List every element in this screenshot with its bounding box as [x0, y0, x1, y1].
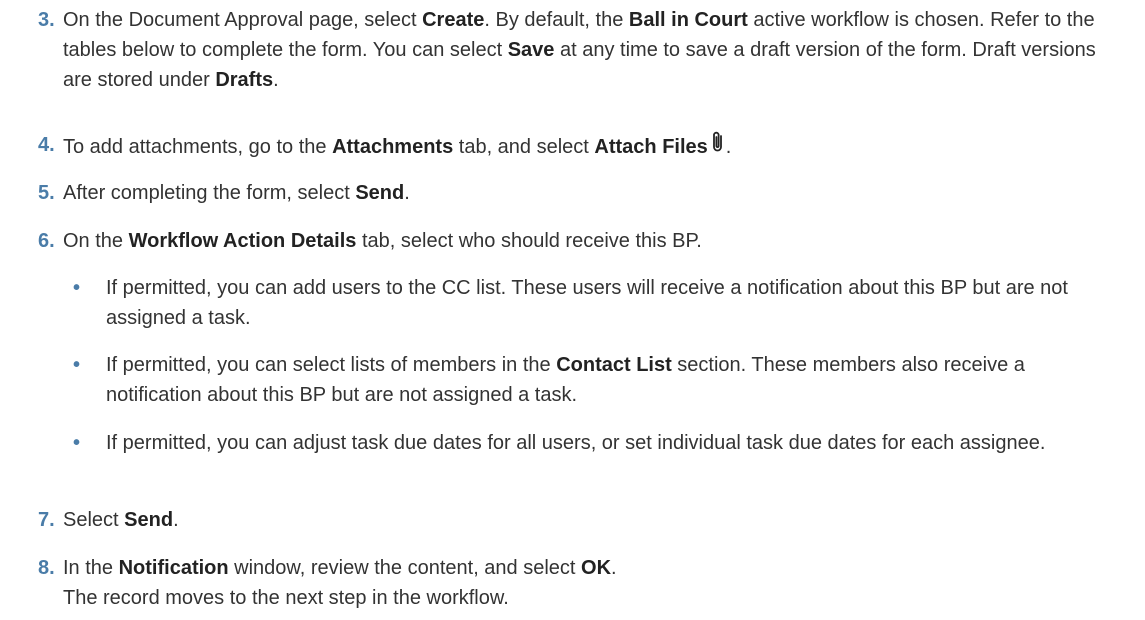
step-text: In the Notification window, review the c…	[63, 553, 1123, 613]
ui-term-workflow-action-details: Workflow Action Details	[128, 230, 357, 252]
bullet-dot: •	[73, 354, 81, 376]
step-number: 5.	[38, 182, 55, 204]
bullet-dot: •	[73, 432, 81, 454]
step-text: Select Send.	[63, 505, 1123, 535]
ui-term-send: Send	[355, 182, 405, 204]
ui-term-drafts: Drafts	[215, 69, 274, 91]
text-segment: window, review the content, and select	[228, 557, 582, 579]
ui-term-attach-files: Attach Files	[594, 136, 708, 158]
ui-term-ok: OK	[581, 557, 612, 579]
text-segment: .	[725, 136, 732, 158]
text-segment: In the	[63, 557, 119, 579]
text-segment: .	[273, 69, 279, 91]
bullet-text: If permitted, you can add users to the C…	[106, 273, 1096, 333]
text-segment: .	[404, 182, 410, 204]
text-segment: If permitted, you can adjust task due da…	[106, 432, 1046, 454]
ui-term-save: Save	[507, 39, 555, 61]
text-segment: . By default, the	[484, 9, 629, 31]
ui-term-send: Send	[124, 509, 174, 531]
text-segment: After completing the form, select	[63, 182, 356, 204]
text-segment: On the Document Approval page, select	[63, 9, 423, 31]
step-text: After completing the form, select Send.	[63, 178, 1123, 208]
step-text: On the Workflow Action Details tab, sele…	[63, 226, 1123, 256]
ui-term-ball-in-court: Ball in Court	[628, 9, 748, 31]
bullet-text: If permitted, you can select lists of me…	[106, 350, 1096, 410]
text-segment: Select	[63, 509, 125, 531]
step-text: On the Document Approval page, select Cr…	[63, 5, 1123, 95]
text-segment: If permitted, you can select lists of me…	[106, 354, 557, 376]
bullet-dot: •	[73, 277, 81, 299]
text-segment: .	[173, 509, 179, 531]
ui-term-contact-list: Contact List	[556, 354, 672, 376]
paperclip-icon	[710, 130, 726, 163]
ui-term-create: Create	[422, 9, 485, 31]
text-segment: To add attachments, go to the	[63, 136, 333, 158]
bullet-text: If permitted, you can adjust task due da…	[106, 428, 1096, 458]
ui-term-attachments: Attachments	[332, 136, 454, 158]
text-segment: On the	[63, 230, 129, 252]
text-segment: If permitted, you can add users to the C…	[106, 277, 1068, 329]
ui-term-notification: Notification	[118, 557, 229, 579]
text-segment: tab, select who should receive this BP.	[356, 230, 702, 252]
step-number: 8.	[38, 557, 55, 579]
text-segment: tab, and select	[453, 136, 595, 158]
step-number: 7.	[38, 509, 55, 531]
step-text: To add attachments, go to the Attachment…	[63, 130, 1123, 163]
step-number: 3.	[38, 9, 55, 31]
text-segment: .	[611, 557, 617, 579]
step-number: 4.	[38, 134, 55, 156]
step-result-text: The record moves to the next step in the…	[63, 587, 509, 609]
step-number: 6.	[38, 230, 55, 252]
